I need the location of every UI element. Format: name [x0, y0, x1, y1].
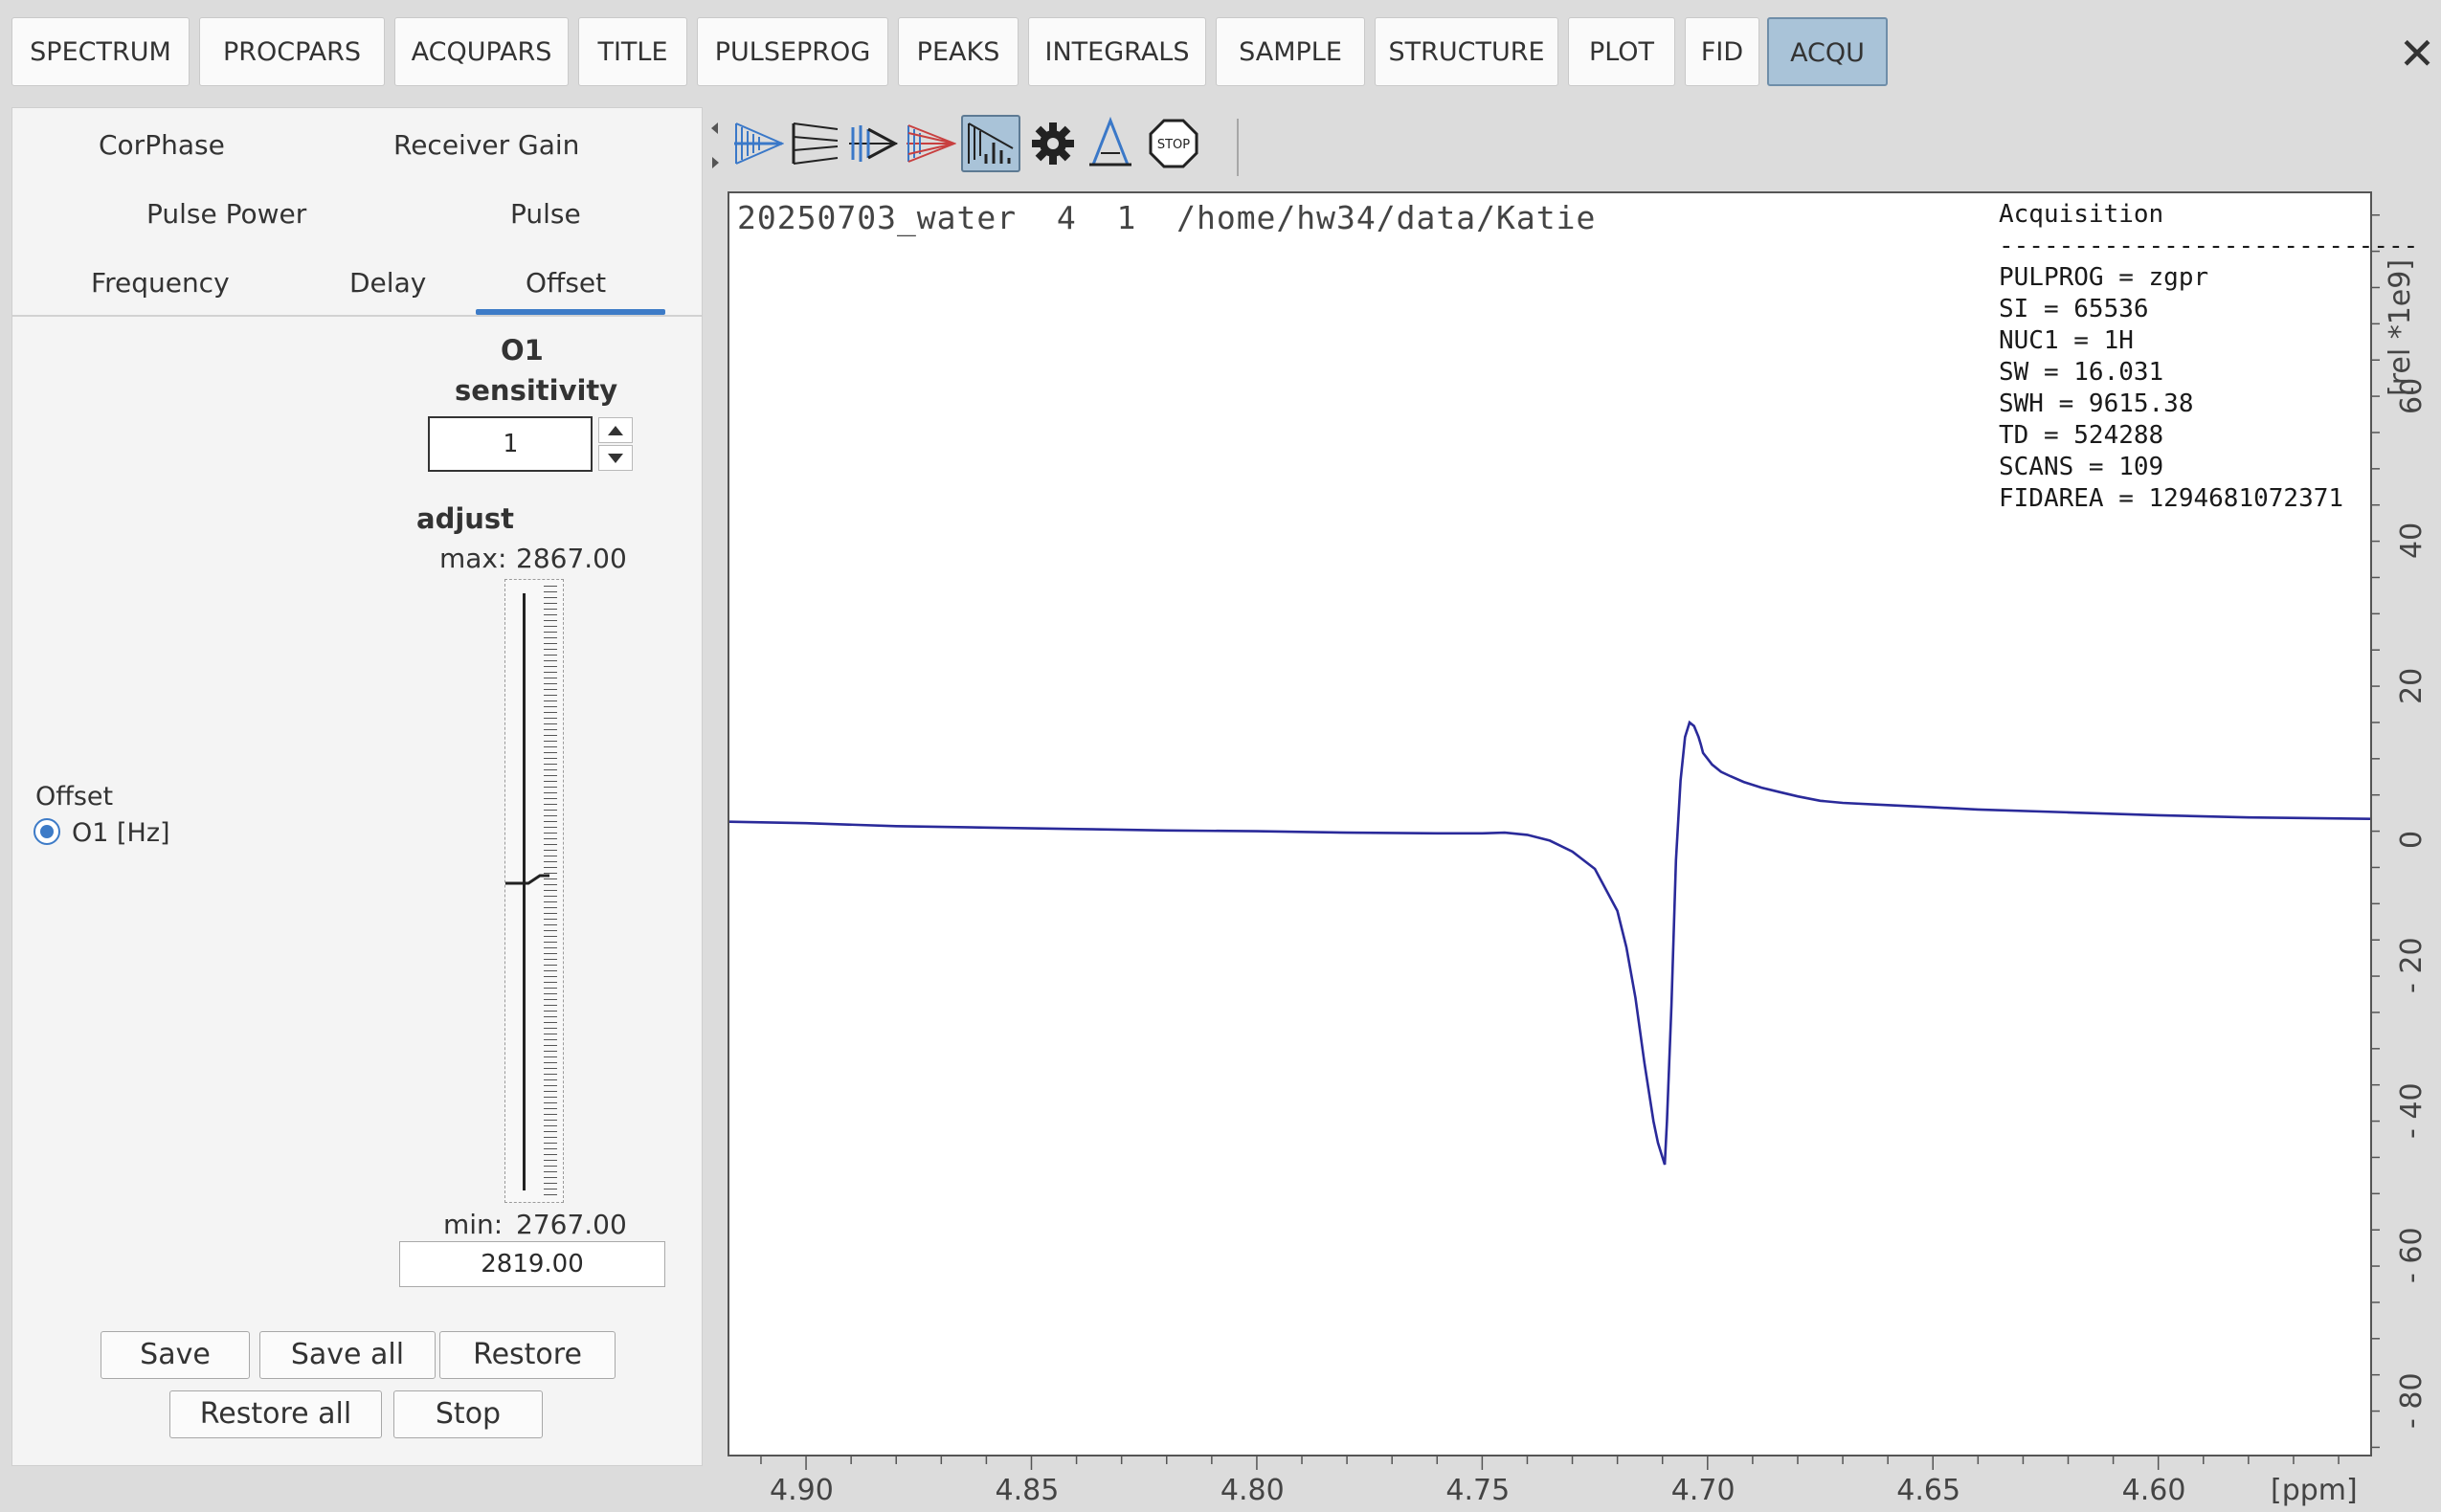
x-tick-label: 4.75	[1445, 1474, 1511, 1507]
x-tick-label: 4.70	[1670, 1474, 1736, 1507]
y-tick-label: 0	[2395, 830, 2429, 849]
x-axis-label: [ppm]	[2271, 1474, 2358, 1507]
spectrum-trace	[728, 720, 2371, 1166]
x-tick-label: 4.90	[770, 1474, 834, 1507]
y-tick-label: - 60	[2395, 1227, 2429, 1284]
y-tick-label: 40	[2395, 522, 2429, 559]
y-tick-label: 20	[2395, 667, 2429, 704]
y-tick-label: - 20	[2395, 937, 2429, 994]
spectrum-axes	[728, 213, 2380, 1470]
x-tick-label: 4.60	[2121, 1474, 2186, 1507]
x-tick-label: 4.85	[995, 1474, 1060, 1507]
y-tick-label: - 40	[2395, 1082, 2429, 1139]
x-tick-label: 4.80	[1220, 1474, 1285, 1507]
x-tick-label: 4.65	[1896, 1474, 1961, 1507]
y-tick-label: - 80	[2395, 1372, 2429, 1429]
y-axis-label: [rel *1e9]	[2384, 258, 2417, 396]
